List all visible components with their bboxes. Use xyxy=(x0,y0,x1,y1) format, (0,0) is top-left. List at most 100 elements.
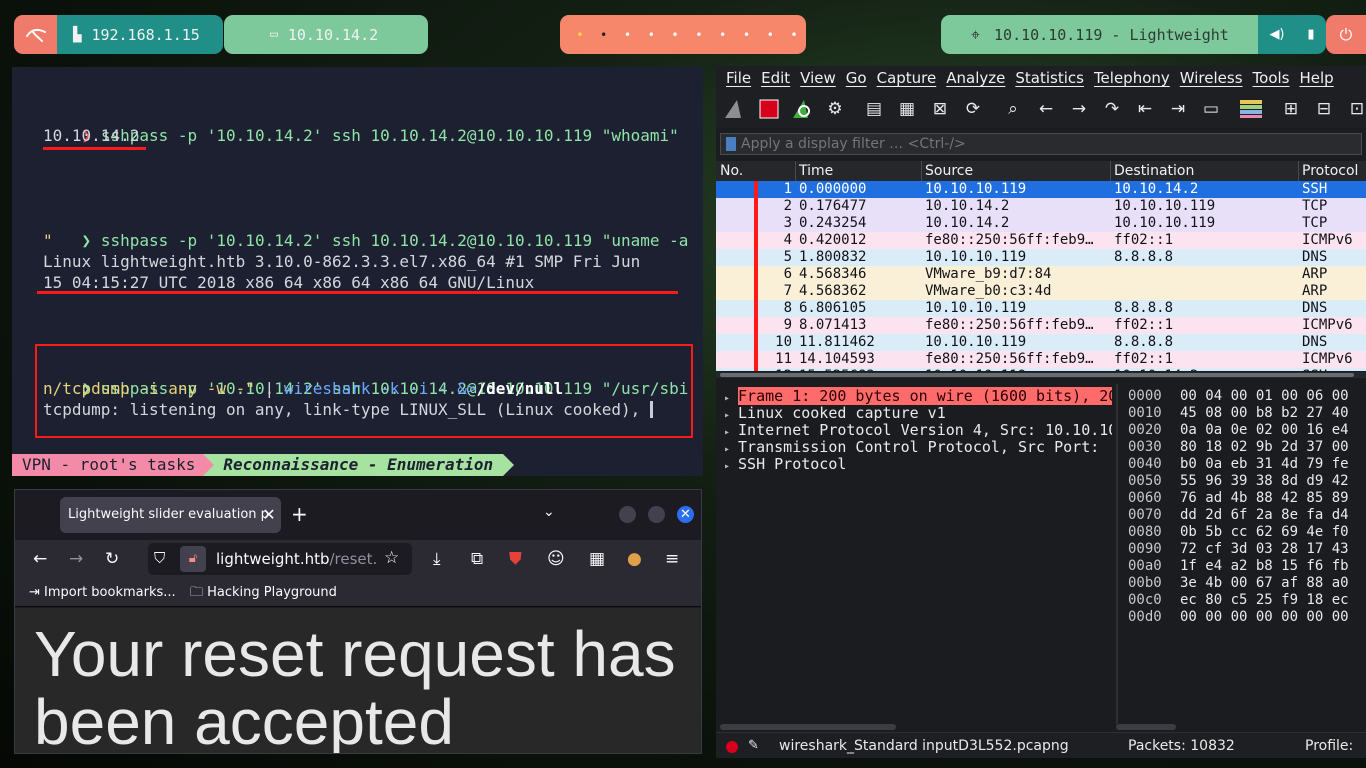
menu-telephony[interactable]: Telephony xyxy=(1094,66,1170,90)
column-no[interactable]: No. xyxy=(720,161,743,181)
workspace-10[interactable]: • xyxy=(782,28,806,42)
workspace-5[interactable]: • xyxy=(663,28,687,42)
column-protocol[interactable]: Protocol xyxy=(1302,161,1358,181)
zoom-reset-icon[interactable]: ⊡ xyxy=(1344,96,1366,122)
close-window-button[interactable]: ✕ xyxy=(677,506,694,523)
packet-row[interactable]: 1 0.000000 10.10.10.119 10.10.14.2 SSH xyxy=(716,181,1366,198)
battery-icon[interactable]: ▮ xyxy=(1307,27,1314,42)
save-file-icon[interactable]: ▦ xyxy=(894,96,920,122)
tab-close-icon[interactable]: ✕ xyxy=(259,497,279,533)
colorize-icon[interactable] xyxy=(1238,96,1264,122)
hacking-playground-folder[interactable]: 🗀︎ Hacking Playground xyxy=(190,578,337,607)
url-bar[interactable]: ⛉ 🔓︎ lightweight.htb/reset.php ☆ xyxy=(148,543,412,575)
detail-ssh[interactable]: ▸ SSH Protocol xyxy=(724,456,846,475)
reload-icon[interactable]: ↻ xyxy=(105,549,119,569)
maximize-button[interactable] xyxy=(648,506,665,523)
packet-list[interactable]: 1 0.000000 10.10.10.119 10.10.14.2 SSH 2 0.176… xyxy=(716,181,1366,371)
display-filter-bar[interactable] xyxy=(720,133,1362,155)
menu-statistics[interactable]: Statistics xyxy=(1015,66,1084,90)
workspace-6[interactable]: • xyxy=(687,28,711,42)
search-icon[interactable]: ⌕ xyxy=(1000,96,1026,122)
hex-bytes[interactable]: 3e 4b 00 67 af 88 a0 xyxy=(1180,575,1349,592)
workspace-7[interactable]: • xyxy=(711,28,735,42)
expand-arrow-icon[interactable]: ▸ xyxy=(724,461,730,472)
column-separator[interactable] xyxy=(795,161,796,181)
workspace-8[interactable]: • xyxy=(735,28,759,42)
column-source[interactable]: Source xyxy=(925,161,973,181)
menu-wireless[interactable]: Wireless xyxy=(1180,66,1243,90)
zoom-in-icon[interactable]: ⊞ xyxy=(1278,96,1304,122)
restart-capture-icon[interactable] xyxy=(789,96,815,122)
capture-options-gear-icon[interactable]: ⚙ xyxy=(822,96,848,122)
close-file-icon[interactable]: ⊠ xyxy=(927,96,953,122)
chevron-down-icon[interactable]: ⌄ xyxy=(543,504,555,520)
extensions-icon[interactable]: ⧉ xyxy=(471,549,483,569)
workspace-3[interactable]: • xyxy=(616,28,640,42)
browser-tab[interactable]: Lightweight slider evaluation p xyxy=(60,497,281,533)
menu-view[interactable]: View xyxy=(800,66,836,90)
hex-bytes[interactable]: 0b 5b cc 62 69 4e f0 xyxy=(1180,524,1349,541)
capture-comment-icon[interactable]: ✎ xyxy=(748,733,759,758)
packet-row[interactable]: 9 8.071413 fe80::250:56ff:feb9… ff02::1 ICMP… xyxy=(716,317,1366,334)
display-filter-input[interactable] xyxy=(741,134,1341,154)
hex-bytes[interactable]: 80 18 02 9b 2d 37 00 xyxy=(1180,439,1349,456)
open-file-icon[interactable]: ▤ xyxy=(861,96,887,122)
bytes-scrollbar[interactable] xyxy=(1116,724,1176,730)
cookie-icon[interactable]: ● xyxy=(627,549,642,569)
packet-row[interactable]: 5 1.800832 10.10.10.119 8.8.8.8 DNS xyxy=(716,249,1366,266)
packet-row[interactable]: 11 14.104593 fe80::250:56ff:feb9… ff02::1 IC… xyxy=(716,351,1366,368)
scrollbar-thumb[interactable] xyxy=(720,373,1354,377)
workspace-switcher[interactable]: • • • • • • • • • • xyxy=(560,15,806,54)
wireshark-window[interactable]: File Edit View Go Capture Analyze Statis… xyxy=(716,66,1366,758)
packet-row[interactable]: 4 0.420012 fe80::250:56ff:feb9… ff02::1 ICMP… xyxy=(716,232,1366,249)
hex-bytes[interactable]: dd 2d 6f 2a 8e fa d4 xyxy=(1180,507,1349,524)
go-to-packet-icon[interactable]: ↷ xyxy=(1099,96,1125,122)
details-scrollbar[interactable] xyxy=(720,724,896,730)
packet-row[interactable]: 3 0.243254 10.10.14.2 10.10.10.119 TCP xyxy=(716,215,1366,232)
packet-row[interactable]: 10 11.811462 10.10.10.119 8.8.8.8 DNS xyxy=(716,334,1366,351)
launcher-button[interactable] xyxy=(14,15,57,54)
minimize-button[interactable] xyxy=(619,506,636,523)
hex-bytes[interactable]: 00 00 00 00 00 00 00 xyxy=(1180,609,1349,626)
menu-go[interactable]: Go xyxy=(846,66,867,90)
go-back-icon[interactable]: ← xyxy=(1033,96,1059,122)
column-separator[interactable] xyxy=(1110,161,1111,181)
hex-bytes[interactable]: 45 08 00 b8 b2 27 40 xyxy=(1180,405,1349,422)
firefox-window[interactable]: Lightweight slider evaluation p ✕ + ⌄ ✕ … xyxy=(14,489,702,754)
stop-capture-icon[interactable] xyxy=(756,96,782,122)
column-separator[interactable] xyxy=(1298,161,1299,181)
workspace-9[interactable]: • xyxy=(758,28,782,42)
expand-arrow-icon[interactable]: ▸ xyxy=(724,444,730,455)
column-separator[interactable] xyxy=(921,161,922,181)
auto-scroll-icon[interactable]: ▭ xyxy=(1198,96,1224,122)
workspace-1[interactable]: • xyxy=(568,28,592,42)
menu-tools[interactable]: Tools xyxy=(1253,66,1290,90)
packet-details[interactable]: ▸ Frame 1: 200 bytes on wire (1600 bits),… xyxy=(716,384,1112,724)
downloads-icon[interactable]: ⤓ xyxy=(433,549,441,569)
ublock-icon[interactable]: ⛊ xyxy=(509,549,522,569)
menu-icon[interactable]: ≡ xyxy=(665,549,679,569)
volume-icon[interactable]: ◀) xyxy=(1269,27,1284,42)
hex-bytes[interactable]: 1f e4 a2 b8 15 f6 fb xyxy=(1180,558,1349,575)
packet-row[interactable]: 8 6.806105 10.10.10.119 8.8.8.8 DNS xyxy=(716,300,1366,317)
packet-list-scrollbar[interactable] xyxy=(716,372,1366,378)
bookmark-star-icon[interactable]: ☆ xyxy=(384,548,399,568)
packet-row[interactable]: 6 4.568346 VMware_b9:d7:84 ARP xyxy=(716,266,1366,283)
menu-edit[interactable]: Edit xyxy=(761,66,790,90)
packet-row[interactable]: 7 4.568362 VMware_b0:c3:4d ARP xyxy=(716,283,1366,300)
menu-file[interactable]: File xyxy=(726,66,751,90)
system-tray[interactable]: ◀) ▮ xyxy=(1258,15,1326,54)
shark-fin-start-icon[interactable] xyxy=(722,96,748,122)
expand-arrow-icon[interactable]: ▸ xyxy=(724,410,730,421)
hex-bytes[interactable]: ec 80 c5 25 f9 18 ec xyxy=(1180,592,1349,609)
go-forward-icon[interactable]: → xyxy=(1066,96,1092,122)
hex-bytes[interactable]: 76 ad 4b 88 42 85 89 xyxy=(1180,490,1349,507)
column-destination[interactable]: Destination xyxy=(1114,161,1194,181)
first-packet-icon[interactable]: ⇤ xyxy=(1132,96,1158,122)
profile-label[interactable]: Profile: xyxy=(1305,733,1353,758)
menu-capture[interactable]: Capture xyxy=(877,66,937,90)
hex-bytes[interactable]: 0a 0a 0e 02 00 16 e4 xyxy=(1180,422,1349,439)
workspace-4[interactable]: • xyxy=(639,28,663,42)
packet-bytes[interactable]: 0000 00 04 00 01 00 06 00 0010 45 08 00 b8 … xyxy=(1116,384,1366,724)
hex-bytes[interactable]: 55 96 39 38 8d d9 42 xyxy=(1180,473,1349,490)
